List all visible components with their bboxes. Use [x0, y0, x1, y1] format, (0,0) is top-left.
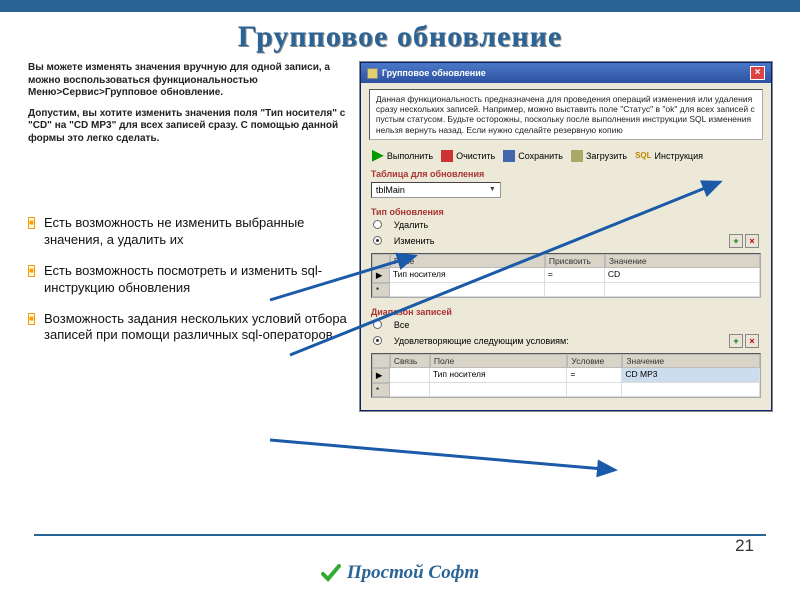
add-button[interactable]: + — [729, 334, 743, 348]
section-table: Таблица для обновления — [361, 166, 771, 180]
remove-button[interactable]: × — [745, 234, 759, 248]
batch-update-dialog: Групповое обновление × Данная функционал… — [360, 62, 772, 411]
page-title: Групповое обновление — [0, 20, 800, 54]
add-button[interactable]: + — [729, 234, 743, 248]
conditions-grid[interactable]: Связь Поле Условие Значение ▶ Тип носите… — [371, 353, 761, 398]
radio-conditions[interactable] — [373, 336, 382, 345]
remove-button[interactable]: × — [745, 334, 759, 348]
sql-icon: SQL — [635, 151, 651, 160]
section-range: Диапазон записей — [361, 304, 771, 318]
bullet-item: Возможность задания нескольких условий о… — [28, 311, 350, 345]
row-selector[interactable]: ▶ — [372, 268, 390, 283]
bullet-item: Есть возможность посмотреть и изменить s… — [28, 263, 350, 297]
check-icon — [321, 563, 341, 583]
toolbar: Выполнить Очистить Сохранить Загрузить S… — [361, 146, 771, 166]
update-grid[interactable]: Поле Присвоить Значение ▶ Тип носителя =… — [371, 253, 761, 298]
radio-update[interactable] — [373, 236, 382, 245]
save-icon — [503, 150, 515, 162]
load-button[interactable]: Загрузить — [568, 149, 630, 163]
section-type: Тип обновления — [361, 204, 771, 218]
dialog-info: Данная функциональность предназначена дл… — [369, 89, 763, 140]
table-combo[interactable]: tblMain▼ — [371, 182, 501, 198]
row-selector[interactable]: ▶ — [372, 368, 390, 383]
clear-button[interactable]: Очистить — [438, 149, 498, 163]
play-icon — [372, 150, 384, 162]
sql-button[interactable]: SQLИнструкция — [632, 150, 706, 162]
radio-delete[interactable] — [373, 220, 382, 229]
close-button[interactable]: × — [750, 66, 765, 80]
radio-all[interactable] — [373, 320, 382, 329]
app-icon — [367, 68, 378, 79]
load-icon — [571, 150, 583, 162]
footer-logo: Простой Софт — [0, 562, 800, 584]
intro-text: Вы можете изменять значения вручную для … — [28, 62, 350, 145]
bullet-item: Есть возможность не изменить выбранные з… — [28, 215, 350, 249]
dialog-titlebar: Групповое обновление × — [361, 63, 771, 83]
save-button[interactable]: Сохранить — [500, 149, 566, 163]
clear-icon — [441, 150, 453, 162]
run-button[interactable]: Выполнить — [369, 149, 436, 163]
page-number: 21 — [735, 536, 754, 556]
chevron-down-icon: ▼ — [489, 186, 496, 193]
